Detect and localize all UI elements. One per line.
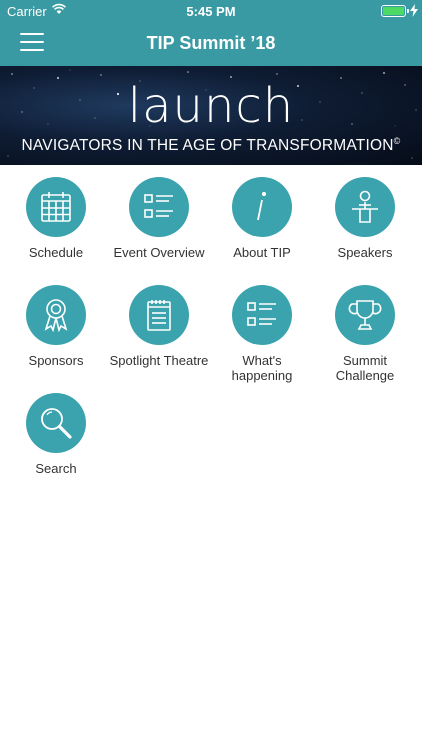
tile-label: About TIP (233, 245, 291, 260)
launch-banner: launch NAVIGATORS IN THE AGE OF TRANSFOR… (0, 66, 422, 165)
tile-sponsors[interactable]: Sponsors (3, 285, 109, 368)
tile-whats-happening[interactable]: What's happening (209, 285, 315, 383)
tile-circle (232, 285, 292, 345)
list-icon (247, 302, 276, 326)
speaker-podium-icon (352, 190, 378, 223)
nav-bar: TIP Summit ’18 (0, 22, 422, 66)
nav-title: TIP Summit ’18 (146, 33, 276, 53)
tile-summit-challenge[interactable]: Summit Challenge (312, 285, 418, 383)
status-bar: Carrier 5:45 PM (0, 0, 422, 22)
tile-label: Summit Challenge (335, 353, 395, 383)
tile-circle (26, 285, 86, 345)
list-icon (144, 194, 173, 218)
top-bar: Carrier 5:45 PM TIP Summit ’18 (0, 0, 422, 66)
charging-bolt-icon (410, 4, 418, 17)
tile-label: Speakers (337, 245, 393, 260)
tile-circle (129, 285, 189, 345)
award-ribbon-icon (44, 299, 68, 332)
tile-speakers[interactable]: Speakers (312, 177, 418, 260)
tile-circle (26, 177, 86, 237)
tile-label: Schedule (28, 245, 84, 260)
tagline-text: NAVIGATORS IN THE AGE OF TRANSFORMATION (21, 137, 394, 155)
battery-icon (381, 5, 406, 17)
info-icon (257, 191, 267, 221)
tile-label: Search (35, 461, 77, 476)
copyright-mark: © (393, 136, 401, 146)
battery-tip (407, 9, 409, 13)
tile-event-overview[interactable]: Event Overview (106, 177, 212, 260)
tile-spotlight-theatre[interactable]: Spotlight Theatre (106, 285, 212, 368)
calendar-icon (41, 192, 71, 222)
trophy-icon (348, 300, 382, 330)
tile-circle (335, 177, 395, 237)
banner-tagline: NAVIGATORS IN THE AGE OF TRANSFORMATION© (0, 136, 422, 155)
tile-circle (232, 177, 292, 237)
tile-label: Event Overview (113, 245, 205, 260)
status-time: 5:45 PM (186, 4, 236, 19)
tile-circle (335, 285, 395, 345)
search-icon (41, 408, 72, 439)
tile-label: Spotlight Theatre (109, 353, 209, 368)
tile-search[interactable]: Search (3, 393, 109, 476)
tile-circle (26, 393, 86, 453)
tile-label: What's happening (231, 353, 293, 383)
tile-circle (129, 177, 189, 237)
tile-schedule[interactable]: Schedule (3, 177, 109, 260)
tile-label: Sponsors (28, 353, 84, 368)
launch-logo: launch (127, 78, 295, 134)
notepad-icon (147, 300, 171, 331)
tile-about-tip[interactable]: About TIP (209, 177, 315, 260)
